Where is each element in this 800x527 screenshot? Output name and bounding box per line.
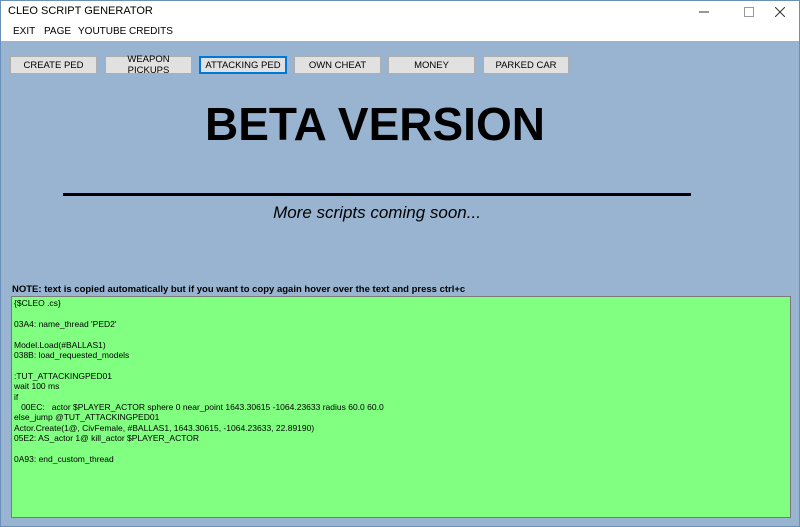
code-line: else_jump @TUT_ATTACKINGPED01 [14, 412, 160, 423]
code-line: 038B: load_requested_models [14, 349, 130, 360]
code-line: 0A93: end_custom_thread [14, 453, 114, 464]
maximize-icon [744, 7, 754, 17]
weapon-pickups-button[interactable]: WEAPON PICKUPS [105, 54, 192, 76]
beta-version-heading: BETA VERSION [205, 98, 545, 150]
menu-youtube[interactable]: YOUTUBE [78, 26, 126, 37]
code-line: Model.Load(#BALLAS1) [14, 339, 106, 350]
menu-page[interactable]: PAGE [44, 26, 71, 37]
code-line: :TUT_ATTACKINGPED01 [14, 370, 112, 381]
title-bar[interactable]: CLEO SCRIPT GENERATOR [1, 1, 799, 23]
code-line: 03A4: name_thread 'PED2' [14, 318, 117, 329]
menu-exit[interactable]: EXIT [13, 26, 35, 37]
own-cheat-button[interactable]: OWN CHEAT [294, 56, 381, 74]
copy-note: NOTE: text is copied automatically but i… [12, 284, 466, 295]
code-line: if [14, 391, 19, 402]
divider-line [63, 193, 691, 196]
money-button[interactable]: MONEY [388, 56, 475, 74]
code-line: wait 100 ms [14, 381, 60, 392]
app-window: CLEO SCRIPT GENERATOR EXIT PAGE YOUTUBE … [0, 0, 800, 527]
close-icon [775, 7, 785, 17]
script-output-textbox[interactable]: {$CLEO .cs} 03A4: name_thread 'PED2' Mod… [11, 296, 791, 518]
code-line: 05E2: AS_actor 1@ kill_actor $PLAYER_ACT… [14, 433, 200, 444]
menu-credits[interactable]: CREDITS [129, 26, 173, 37]
attacking-ped-button[interactable]: ATTACKING PED [199, 56, 287, 74]
create-ped-button[interactable]: CREATE PED [10, 56, 97, 74]
minimize-button[interactable] [685, 1, 723, 23]
close-button[interactable] [761, 1, 799, 23]
menu-bar: EXIT PAGE YOUTUBE CREDITS [1, 23, 799, 41]
minimize-icon [699, 11, 709, 13]
code-line: {$CLEO .cs} [14, 298, 61, 308]
parked-car-button[interactable]: PARKED CAR [483, 56, 569, 74]
code-line: Actor.Create(1@, CivFemale, #BALLAS1, 16… [14, 422, 315, 433]
window-title: CLEO SCRIPT GENERATOR [8, 5, 153, 17]
coming-soon-text: More scripts coming soon... [273, 203, 481, 222]
code-line: 00EC: actor $PLAYER_ACTOR sphere 0 near_… [14, 401, 384, 412]
